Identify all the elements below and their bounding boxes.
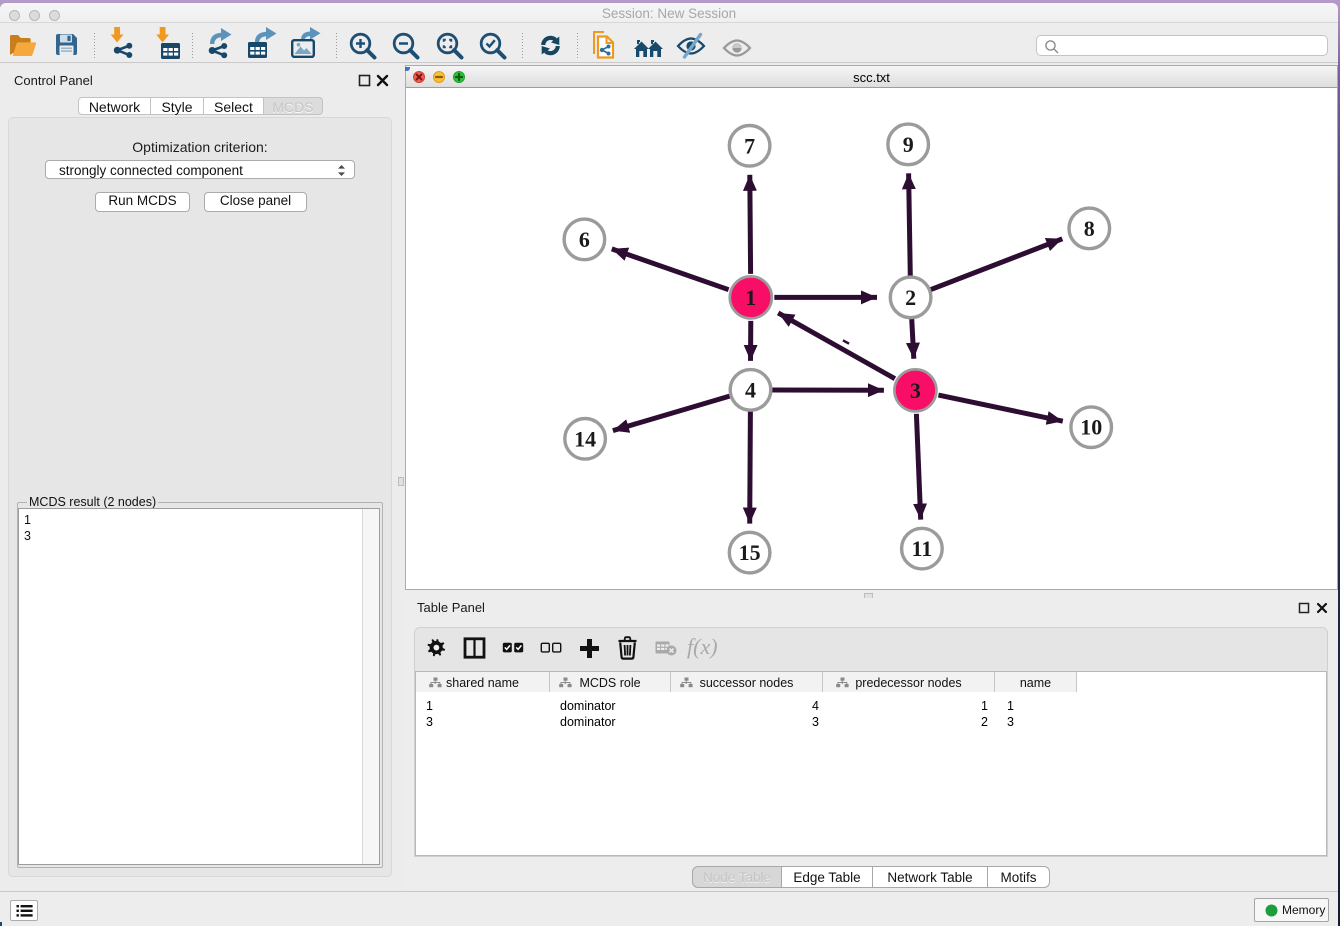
svg-text:11: 11	[912, 536, 933, 561]
svg-text:6: 6	[579, 227, 590, 252]
svg-text:14: 14	[574, 426, 596, 451]
svg-text:10: 10	[1080, 415, 1102, 440]
svg-text:8: 8	[1084, 216, 1095, 241]
svg-text:9: 9	[903, 132, 914, 157]
svg-text:4: 4	[745, 377, 756, 402]
svg-text:1: 1	[745, 285, 756, 310]
svg-text:2: 2	[905, 285, 916, 310]
svg-text:7: 7	[744, 133, 755, 158]
svg-text:3: 3	[910, 378, 921, 403]
svg-text:15: 15	[739, 540, 761, 565]
